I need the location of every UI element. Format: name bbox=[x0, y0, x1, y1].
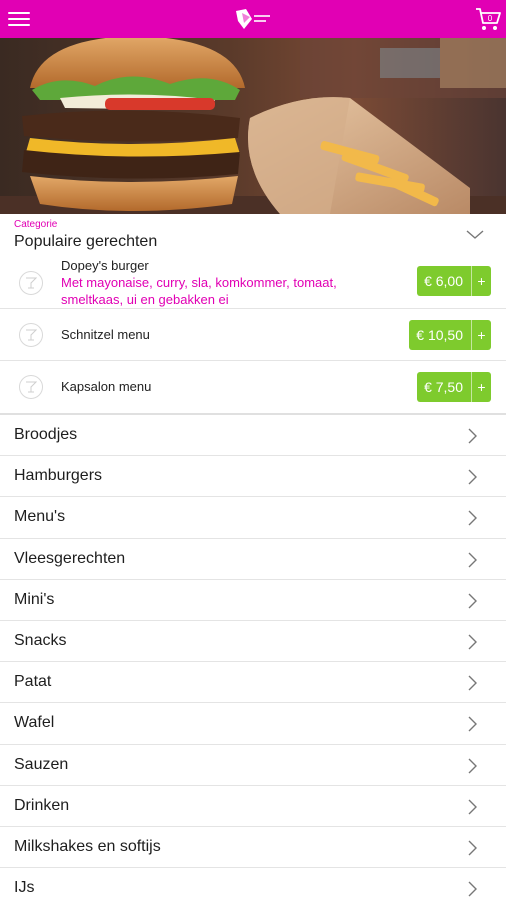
list-item[interactable]: Kapsalon menu € 7,50 + bbox=[0, 361, 506, 413]
category-item-patat[interactable]: Patat bbox=[0, 662, 506, 704]
category-item-wafel[interactable]: Wafel bbox=[0, 703, 506, 745]
chevron-right-icon bbox=[468, 716, 477, 732]
shopping-cart-icon[interactable]: 0 bbox=[473, 4, 503, 34]
item-price: € 10,50 bbox=[416, 327, 463, 343]
cart-count: 0 bbox=[488, 14, 493, 23]
plus-icon: + bbox=[471, 320, 491, 350]
item-price: € 6,00 bbox=[424, 273, 463, 289]
brand-logo-icon[interactable] bbox=[232, 7, 274, 31]
category-item-label: Mini's bbox=[14, 590, 55, 608]
chevron-right-icon bbox=[468, 428, 477, 444]
app-bar: 0 bbox=[0, 0, 506, 38]
cocktail-glass-icon bbox=[19, 271, 43, 295]
category-item-label: Menu's bbox=[14, 508, 66, 526]
category-item-label: Vleesgerechten bbox=[14, 549, 126, 567]
category-title: Populaire gerechten bbox=[14, 233, 158, 250]
add-to-cart-button[interactable]: € 6,00 + bbox=[417, 266, 491, 296]
category-item-label: Sauzen bbox=[14, 755, 69, 773]
item-name: Schnitzel menu bbox=[61, 327, 150, 342]
list-item[interactable]: Dopey's burger Met mayonaise, curry, sla… bbox=[0, 256, 506, 309]
category-label: Categorie bbox=[14, 219, 58, 230]
chevron-right-icon bbox=[468, 758, 477, 773]
category-item-label: Snacks bbox=[14, 631, 67, 649]
chevron-right-icon bbox=[468, 510, 477, 526]
category-item-ijs[interactable]: IJs bbox=[0, 868, 506, 900]
list-item[interactable]: Schnitzel menu € 10,50 + bbox=[0, 309, 506, 361]
category-item-label: Broodjes bbox=[14, 426, 78, 443]
hamburger-menu-icon[interactable] bbox=[6, 8, 32, 30]
item-name: Kapsalon menu bbox=[61, 379, 152, 394]
category-item-broodjes[interactable]: Broodjes bbox=[0, 415, 506, 457]
category-item-minis[interactable]: Mini's bbox=[0, 580, 506, 621]
chevron-down-icon[interactable] bbox=[466, 230, 484, 240]
category-item-sauzen[interactable]: Sauzen bbox=[0, 745, 506, 786]
category-item-label: IJs bbox=[14, 879, 35, 897]
category-item-menus[interactable]: Menu's bbox=[0, 497, 506, 539]
category-item-label: Drinken bbox=[14, 796, 70, 814]
category-item-hamburgers[interactable]: Hamburgers bbox=[0, 456, 506, 498]
item-name: Dopey's burger bbox=[61, 258, 149, 273]
chevron-right-icon bbox=[468, 593, 477, 609]
plus-icon: + bbox=[471, 372, 491, 402]
add-to-cart-button[interactable]: € 7,50 + bbox=[417, 372, 491, 402]
category-list: Broodjes Hamburgers Menu's Vleesgerechte… bbox=[0, 413, 506, 900]
category-item-label: Patat bbox=[14, 673, 52, 691]
category-item-label: Milkshakes en softijs bbox=[14, 837, 161, 855]
chevron-right-icon bbox=[468, 675, 477, 691]
category-item-drinken[interactable]: Drinken bbox=[0, 786, 506, 827]
cocktail-glass-icon bbox=[19, 375, 43, 399]
category-selector[interactable]: Categorie Populaire gerechten bbox=[0, 214, 506, 260]
item-description: Met mayonaise, curry, sla, komkommer, to… bbox=[61, 275, 337, 307]
popular-items-list: Dopey's burger Met mayonaise, curry, sla… bbox=[0, 256, 506, 413]
category-item-label: Wafel bbox=[14, 714, 55, 732]
chevron-right-icon bbox=[468, 552, 477, 568]
category-item-snacks[interactable]: Snacks bbox=[0, 621, 506, 663]
plus-icon: + bbox=[471, 266, 491, 296]
cocktail-glass-icon bbox=[19, 323, 43, 347]
chevron-right-icon bbox=[468, 881, 477, 897]
chevron-right-icon bbox=[468, 469, 477, 485]
hero-food-image bbox=[0, 38, 506, 214]
category-item-vleesgerechten[interactable]: Vleesgerechten bbox=[0, 539, 506, 580]
item-price: € 7,50 bbox=[424, 379, 463, 395]
category-item-milkshakes[interactable]: Milkshakes en softijs bbox=[0, 827, 506, 869]
category-item-label: Hamburgers bbox=[14, 467, 103, 485]
chevron-right-icon bbox=[468, 840, 477, 856]
chevron-right-icon bbox=[468, 634, 477, 650]
add-to-cart-button[interactable]: € 10,50 + bbox=[409, 320, 491, 350]
chevron-right-icon bbox=[468, 799, 477, 815]
